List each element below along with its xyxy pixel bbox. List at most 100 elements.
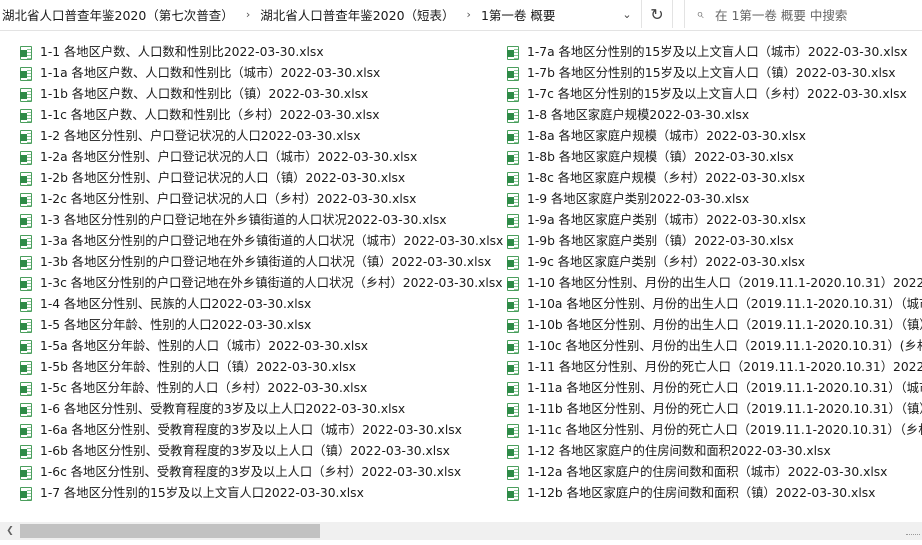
file-item[interactable]: 1-1 各地区户数、人口数和性别比2022-03-30.xlsx	[20, 42, 504, 63]
file-name: 1-1c 各地区户数、人口数和性别比（乡村）2022-03-30.xlsx	[40, 108, 380, 122]
excel-file-icon	[20, 213, 32, 228]
file-item[interactable]: 1-6 各地区分性别、受教育程度的3岁及以上人口2022-03-30.xlsx	[20, 399, 504, 420]
excel-file-icon	[20, 297, 32, 312]
file-name: 1-4 各地区分性别、民族的人口2022-03-30.xlsx	[40, 297, 312, 311]
file-item[interactable]: 1-9c 各地区家庭户类别（乡村）2022-03-30.xlsx	[507, 252, 922, 273]
refresh-button[interactable]: ↻	[642, 0, 673, 28]
file-item[interactable]: 1-9b 各地区家庭户类别（镇）2022-03-30.xlsx	[507, 231, 922, 252]
scroll-left-arrow-icon[interactable]: ❮	[4, 524, 16, 538]
file-item[interactable]: 1-12 各地区家庭户的住房间数和面积2022-03-30.xlsx	[507, 441, 922, 462]
excel-file-icon	[20, 150, 32, 165]
file-name: 1-10a 各地区分性别、月份的出生人口（2019.11.1-2020.10.3…	[527, 297, 922, 311]
excel-file-icon	[507, 381, 519, 396]
file-item[interactable]: 1-5c 各地区分年龄、性别的人口（乡村）2022-03-30.xlsx	[20, 378, 504, 399]
file-item[interactable]: 1-2 各地区分性别、户口登记状况的人口2022-03-30.xlsx	[20, 126, 504, 147]
address-dropdown-button[interactable]: ⌄	[613, 0, 642, 28]
file-item[interactable]: 1-9 各地区家庭户类别2022-03-30.xlsx	[507, 189, 922, 210]
breadcrumb-item[interactable]: 湖北省人口普查年鉴2020（第七次普查）	[0, 5, 238, 24]
file-item[interactable]: 1-11a 各地区分性别、月份的死亡人口（2019.11.1-2020.10.3…	[507, 378, 922, 399]
file-item[interactable]: 1-3c 各地区分性别的户口登记地在外乡镇街道的人口状况（乡村）2022-03-…	[20, 273, 504, 294]
file-name: 1-7a 各地区分性别的15岁及以上文盲人口（城市）2022-03-30.xls…	[527, 45, 908, 59]
file-item[interactable]: 1-7c 各地区分性别的15岁及以上文盲人口（乡村）2022-03-30.xls…	[507, 84, 922, 105]
excel-file-icon	[507, 234, 519, 249]
file-name: 1-8a 各地区家庭户规模（城市）2022-03-30.xlsx	[527, 129, 806, 143]
file-item[interactable]: 1-6c 各地区分性别、受教育程度的3岁及以上人口（乡村）2022-03-30.…	[20, 462, 504, 483]
breadcrumb-item[interactable]: 1第一卷 概要	[479, 5, 559, 24]
file-item[interactable]: 1-9a 各地区家庭户类别（城市）2022-03-30.xlsx	[507, 210, 922, 231]
file-name: 1-11 各地区分性别、月份的死亡人口（2019.11.1-2020.10.31…	[527, 360, 922, 374]
file-name: 1-3b 各地区分性别的户口登记地在外乡镇街道的人口状况（镇）2022-03-3…	[40, 255, 492, 269]
excel-file-icon	[20, 255, 32, 270]
file-item[interactable]: 1-8 各地区家庭户规模2022-03-30.xlsx	[507, 105, 922, 126]
excel-file-icon	[20, 486, 32, 501]
excel-file-icon	[507, 192, 519, 207]
excel-file-icon	[507, 150, 519, 165]
file-name: 1-1b 各地区户数、人口数和性别比（镇）2022-03-30.xlsx	[40, 87, 369, 101]
excel-file-icon	[20, 129, 32, 144]
horizontal-scrollbar[interactable]: ❮	[0, 522, 922, 540]
file-item[interactable]: 1-4 各地区分性别、民族的人口2022-03-30.xlsx	[20, 294, 504, 315]
file-item[interactable]: 1-11b 各地区分性别、月份的死亡人口（2019.11.1-2020.10.3…	[507, 399, 922, 420]
file-name: 1-12b 各地区家庭户的住房间数和面积（镇）2022-03-30.xlsx	[527, 486, 876, 500]
file-item[interactable]: 1-8a 各地区家庭户规模（城市）2022-03-30.xlsx	[507, 126, 922, 147]
file-item[interactable]: 1-5a 各地区分年龄、性别的人口（城市）2022-03-30.xlsx	[20, 336, 504, 357]
excel-file-icon	[20, 465, 32, 480]
search-input[interactable]: 在 1第一卷 概要 中搜索	[715, 5, 847, 24]
scrollbar-thumb[interactable]	[20, 524, 320, 538]
file-item[interactable]: 1-3b 各地区分性别的户口登记地在外乡镇街道的人口状况（镇）2022-03-3…	[20, 252, 504, 273]
file-name: 1-12 各地区家庭户的住房间数和面积2022-03-30.xlsx	[527, 444, 831, 458]
file-item[interactable]: 1-11 各地区分性别、月份的死亡人口（2019.11.1-2020.10.31…	[507, 357, 922, 378]
file-item[interactable]: 1-10a 各地区分性别、月份的出生人口（2019.11.1-2020.10.3…	[507, 294, 922, 315]
excel-file-icon	[507, 129, 519, 144]
file-item[interactable]: 1-10 各地区分性别、月份的出生人口（2019.11.1-2020.10.31…	[507, 273, 922, 294]
file-item[interactable]: 1-10c 各地区分性别、月份的出生人口（2019.11.1-2020.10.3…	[507, 336, 922, 357]
excel-file-icon	[20, 360, 32, 375]
excel-file-icon	[507, 423, 519, 438]
file-item[interactable]: 1-12a 各地区家庭户的住房间数和面积（城市）2022-03-30.xlsx	[507, 462, 922, 483]
excel-file-icon	[507, 465, 519, 480]
resize-grip[interactable]	[906, 534, 920, 538]
file-name: 1-3a 各地区分性别的户口登记地在外乡镇街道的人口状况（城市）2022-03-…	[40, 234, 504, 248]
file-item[interactable]: 1-3a 各地区分性别的户口登记地在外乡镇街道的人口状况（城市）2022-03-…	[20, 231, 504, 252]
file-item[interactable]: 1-7a 各地区分性别的15岁及以上文盲人口（城市）2022-03-30.xls…	[507, 42, 922, 63]
file-name: 1-2b 各地区分性别、户口登记状况的人口（镇）2022-03-30.xlsx	[40, 171, 406, 185]
file-item[interactable]: 1-7 各地区分性别的15岁及以上文盲人口2022-03-30.xlsx	[20, 483, 504, 504]
file-item[interactable]: 1-1a 各地区户数、人口数和性别比（城市）2022-03-30.xlsx	[20, 63, 504, 84]
file-name: 1-1 各地区户数、人口数和性别比2022-03-30.xlsx	[40, 45, 324, 59]
search-box[interactable]: ⌕ 在 1第一卷 概要 中搜索	[684, 0, 922, 28]
file-item[interactable]: 1-8c 各地区家庭户规模（乡村）2022-03-30.xlsx	[507, 168, 922, 189]
file-item[interactable]: 1-2b 各地区分性别、户口登记状况的人口（镇）2022-03-30.xlsx	[20, 168, 504, 189]
file-item[interactable]: 1-2c 各地区分性别、户口登记状况的人口（乡村）2022-03-30.xlsx	[20, 189, 504, 210]
file-item[interactable]: 1-7b 各地区分性别的15岁及以上文盲人口（镇）2022-03-30.xlsx	[507, 63, 922, 84]
file-item[interactable]: 1-2a 各地区分性别、户口登记状况的人口（城市）2022-03-30.xlsx	[20, 147, 504, 168]
file-item[interactable]: 1-6b 各地区分性别、受教育程度的3岁及以上人口（镇）2022-03-30.x…	[20, 441, 504, 462]
excel-file-icon	[507, 276, 519, 291]
file-item[interactable]: 1-12b 各地区家庭户的住房间数和面积（镇）2022-03-30.xlsx	[507, 483, 922, 504]
file-item[interactable]: 1-1c 各地区户数、人口数和性别比（乡村）2022-03-30.xlsx	[20, 105, 504, 126]
file-item[interactable]: 1-5b 各地区分年龄、性别的人口（镇）2022-03-30.xlsx	[20, 357, 504, 378]
file-item[interactable]: 1-8b 各地区家庭户规模（镇）2022-03-30.xlsx	[507, 147, 922, 168]
excel-file-icon	[507, 213, 519, 228]
search-icon: ⌕	[696, 6, 704, 22]
file-item[interactable]: 1-3 各地区分性别的户口登记地在外乡镇街道的人口状况2022-03-30.xl…	[20, 210, 504, 231]
file-item[interactable]: 1-6a 各地区分性别、受教育程度的3岁及以上人口（城市）2022-03-30.…	[20, 420, 504, 441]
file-name: 1-9 各地区家庭户类别2022-03-30.xlsx	[527, 192, 750, 206]
excel-file-icon	[507, 318, 519, 333]
excel-file-icon	[507, 66, 519, 81]
file-column-left: 1-1 各地区户数、人口数和性别比2022-03-30.xlsx 1-1a 各地区…	[20, 42, 504, 504]
breadcrumb-separator-icon[interactable]: ›	[238, 8, 258, 21]
file-item[interactable]: 1-1b 各地区户数、人口数和性别比（镇）2022-03-30.xlsx	[20, 84, 504, 105]
excel-file-icon	[20, 318, 32, 333]
file-item[interactable]: 1-11c 各地区分性别、月份的死亡人口（2019.11.1-2020.10.3…	[507, 420, 922, 441]
excel-file-icon	[507, 45, 519, 60]
file-item[interactable]: 1-10b 各地区分性别、月份的出生人口（2019.11.1-2020.10.3…	[507, 315, 922, 336]
file-name: 1-7b 各地区分性别的15岁及以上文盲人口（镇）2022-03-30.xlsx	[527, 66, 896, 80]
file-column-right: 1-7a 各地区分性别的15岁及以上文盲人口（城市）2022-03-30.xls…	[507, 42, 922, 504]
file-item[interactable]: 1-5 各地区分年龄、性别的人口2022-03-30.xlsx	[20, 315, 504, 336]
chevron-down-icon: ⌄	[622, 7, 632, 21]
address-bar: 湖北省人口普查年鉴2020（第七次普查） › 湖北省人口普查年鉴2020（短表） › 1…	[0, 0, 922, 31]
breadcrumb-item[interactable]: 湖北省人口普查年鉴2020（短表）	[258, 5, 458, 24]
file-name: 1-5b 各地区分年龄、性别的人口（镇）2022-03-30.xlsx	[40, 360, 357, 374]
file-name: 1-2a 各地区分性别、户口登记状况的人口（城市）2022-03-30.xlsx	[40, 150, 418, 164]
breadcrumb-separator-icon[interactable]: ›	[459, 8, 479, 21]
